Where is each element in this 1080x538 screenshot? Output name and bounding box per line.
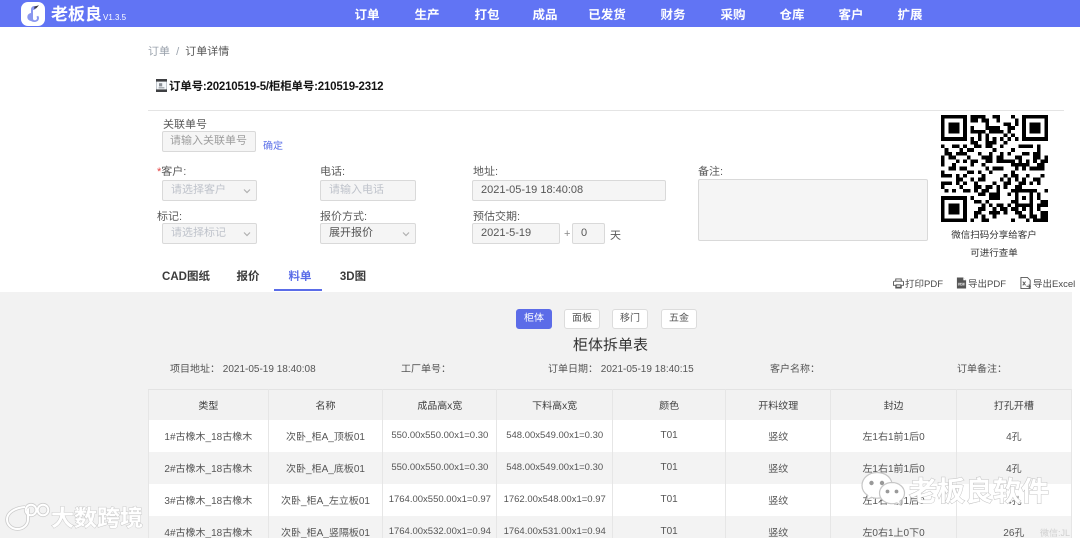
svg-text:老板良软件: 老板良软件 <box>909 470 1049 510</box>
svg-text:大数跨境: 大数跨境 <box>51 500 143 533</box>
svg-text:PDF: PDF <box>958 282 965 286</box>
